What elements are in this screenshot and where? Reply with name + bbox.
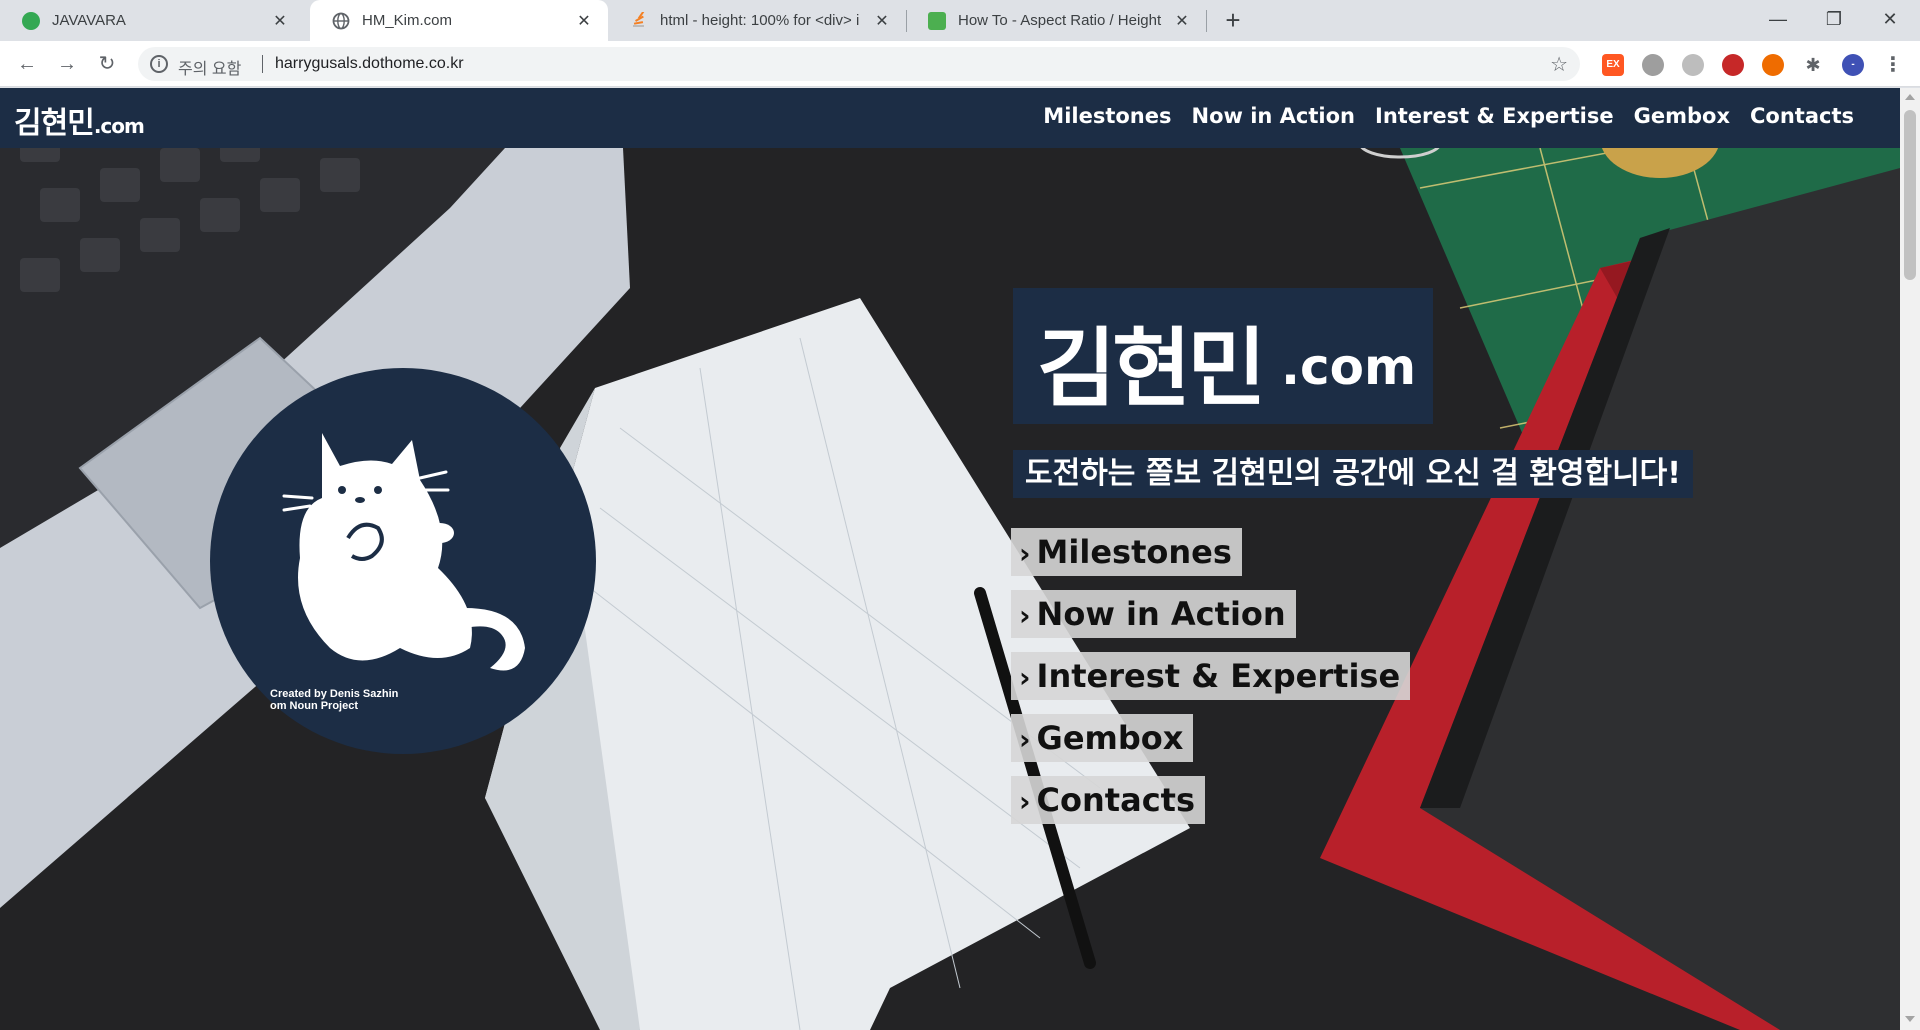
close-tab-icon[interactable]: ✕: [574, 11, 594, 31]
chevron-right-icon: ›: [1019, 599, 1031, 632]
address-bar[interactable]: i 주의 요함 harrygusals.dothome.co.kr ☆: [138, 47, 1580, 81]
eyedropper-extension-icon[interactable]: [1722, 54, 1744, 76]
hammer-extension-icon[interactable]: [1762, 54, 1784, 76]
hero-background: [0, 88, 1900, 1030]
scroll-down-icon[interactable]: [1905, 1016, 1915, 1022]
hero-menu-contacts[interactable]: › Contacts: [1011, 776, 1205, 824]
tab-title: html - height: 100% for <div> i: [660, 12, 860, 29]
security-status[interactable]: 주의 요함: [178, 55, 241, 79]
nav-contacts[interactable]: Contacts: [1750, 104, 1854, 128]
w3schools-icon: [928, 11, 946, 30]
chevron-right-icon: ›: [1019, 723, 1031, 756]
chevron-right-icon: ›: [1019, 661, 1031, 694]
hero-menu-interest-expertise[interactable]: › Interest & Expertise: [1011, 652, 1411, 700]
scroll-thumb[interactable]: [1904, 110, 1916, 280]
nav-milestones[interactable]: Milestones: [1043, 104, 1171, 128]
menu-label: Milestones: [1036, 533, 1232, 571]
chevron-right-icon: ›: [1019, 785, 1031, 818]
url-text[interactable]: harrygusals.dothome.co.kr: [275, 55, 464, 73]
hero-menu-milestones[interactable]: › Milestones: [1011, 528, 1242, 576]
tab-title: JAVAVARA: [52, 12, 126, 29]
reload-button[interactable]: ↻: [92, 49, 122, 79]
javavara-favicon-icon: [22, 11, 40, 30]
minimize-button[interactable]: —: [1750, 0, 1806, 41]
puzzle-extension-icon[interactable]: ✱: [1802, 54, 1824, 76]
logo-suffix: .com: [93, 114, 145, 138]
site-header: 김현민.com Milestones Now in Action Interes…: [0, 88, 1900, 148]
site-nav: Milestones Now in Action Interest & Expe…: [1043, 104, 1854, 128]
back-button[interactable]: ←: [12, 49, 42, 79]
restore-button[interactable]: ❐: [1806, 0, 1862, 41]
welcome-message: 도전하는 쫄보 김현민의 공간에 오신 걸 환영합니다!: [1013, 450, 1693, 498]
globe-icon: [332, 12, 350, 30]
ex-extension-icon[interactable]: EX: [1602, 54, 1624, 76]
browser-toolbar: ← → ↻ i 주의 요함 harrygusals.dothome.co.kr …: [0, 41, 1920, 87]
tab-javavara[interactable]: JAVAVARA ✕: [0, 0, 304, 41]
tab-stackoverflow[interactable]: html - height: 100% for <div> i ✕: [608, 0, 906, 41]
nav-now-in-action[interactable]: Now in Action: [1192, 104, 1356, 128]
close-window-button[interactable]: ✕: [1862, 0, 1918, 41]
image-credit: Created by Denis Sazhin om Noun Project: [270, 688, 398, 712]
close-tab-icon[interactable]: ✕: [270, 11, 290, 31]
tab-title: How To - Aspect Ratio / Height: [958, 12, 1162, 29]
page-scrollbar[interactable]: [1900, 88, 1920, 1030]
stackoverflow-icon: [630, 9, 648, 30]
hero-logo-suffix: .com: [1281, 338, 1417, 396]
tab-w3schools[interactable]: How To - Aspect Ratio / Height ✕: [906, 0, 1206, 41]
credit-line: om Noun Project: [270, 700, 359, 712]
bookmark-star-icon[interactable]: ☆: [1550, 52, 1568, 77]
info-icon[interactable]: i: [150, 55, 168, 73]
tab-title: HM_Kim.com: [362, 12, 453, 29]
chevron-right-icon: ›: [1019, 537, 1031, 570]
tab-strip: JAVAVARA ✕ HM_Kim.com ✕ html - height: 1…: [0, 0, 1920, 41]
gray-extension-icon[interactable]: [1642, 54, 1664, 76]
new-tab-button[interactable]: +: [1218, 6, 1248, 36]
divider: [262, 55, 263, 73]
close-tab-icon[interactable]: ✕: [872, 11, 892, 31]
site-logo[interactable]: 김현민.com: [14, 98, 145, 142]
logo-main: 김현민: [14, 106, 95, 141]
menu-label: Contacts: [1036, 781, 1195, 819]
nav-gembox[interactable]: Gembox: [1634, 104, 1730, 128]
credit-line: Created by Denis Sazhin: [270, 688, 399, 700]
profile-avatar-icon[interactable]: -: [1842, 54, 1864, 76]
hero-menu-gembox[interactable]: › Gembox: [1011, 714, 1194, 762]
hero-menu-now-in-action[interactable]: › Now in Action: [1011, 590, 1296, 638]
tab-separator: [1206, 10, 1207, 32]
close-tab-icon[interactable]: ✕: [1172, 11, 1192, 31]
scroll-up-icon[interactable]: [1905, 94, 1915, 100]
hero-logo: 김현민 .com: [1013, 288, 1433, 424]
forward-button[interactable]: →: [52, 49, 82, 79]
circle-extension-icon[interactable]: [1682, 54, 1704, 76]
page-viewport: Created by Denis Sazhin om Noun Project …: [0, 88, 1900, 1030]
menu-label: Now in Action: [1036, 595, 1286, 633]
hero-logo-main: 김현민: [1037, 319, 1266, 419]
menu-label: Interest & Expertise: [1036, 657, 1401, 695]
tab-hm-kim[interactable]: HM_Kim.com ✕: [310, 0, 608, 41]
nav-interest-expertise[interactable]: Interest & Expertise: [1375, 104, 1614, 128]
menu-label: Gembox: [1036, 719, 1184, 757]
menu-kebab-icon[interactable]: ⋮: [1882, 54, 1904, 76]
